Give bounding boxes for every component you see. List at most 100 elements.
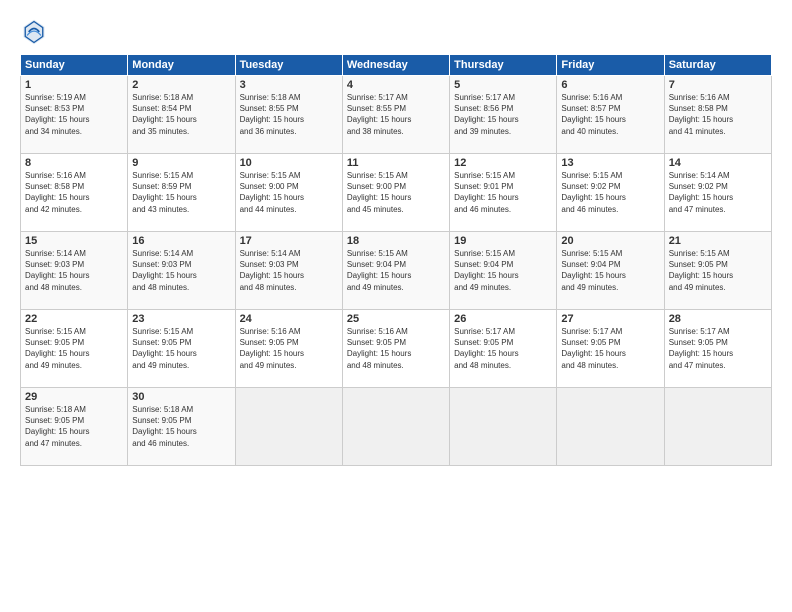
day-number: 10 — [240, 157, 338, 169]
day-number: 26 — [454, 313, 552, 325]
header-tuesday: Tuesday — [235, 55, 342, 76]
day-info: Sunrise: 5:17 AM Sunset: 9:05 PM Dayligh… — [669, 327, 733, 370]
calendar-cell: 7Sunrise: 5:16 AM Sunset: 8:58 PM Daylig… — [664, 76, 771, 154]
calendar-cell: 9 Sunrise: 5:15 AM Sunset: 8:59 PM Daylig… — [128, 154, 235, 232]
day-number: 29 — [25, 391, 123, 403]
calendar-cell: 29 Sunrise: 5:18 AM Sunset: 9:05 PM Dayli… — [21, 388, 128, 466]
calendar-cell: 3 Sunrise: 5:18 AM Sunset: 8:55 PM Daylig… — [235, 76, 342, 154]
calendar-cell: 4 Sunrise: 5:17 AM Sunset: 8:55 PM Daylig… — [342, 76, 449, 154]
day-number: 25 — [347, 313, 445, 325]
calendar-cell: 11Sunrise: 5:15 AM Sunset: 9:00 PM Dayli… — [342, 154, 449, 232]
day-info: Sunrise: 5:18 AM Sunset: 9:05 PM Dayligh… — [132, 405, 196, 448]
week-row-4: 29 Sunrise: 5:18 AM Sunset: 9:05 PM Dayli… — [21, 388, 772, 466]
day-number: 27 — [561, 313, 659, 325]
day-number: 12 — [454, 157, 552, 169]
calendar-cell: 22Sunrise: 5:15 AM Sunset: 9:05 PM Dayli… — [21, 310, 128, 388]
week-row-2: 15 Sunrise: 5:14 AM Sunset: 9:03 PM Dayli… — [21, 232, 772, 310]
calendar-cell: 5Sunrise: 5:17 AM Sunset: 8:56 PM Daylig… — [450, 76, 557, 154]
logo — [20, 18, 52, 46]
day-number: 28 — [669, 313, 767, 325]
calendar-cell — [235, 388, 342, 466]
day-number: 16 — [132, 235, 230, 247]
calendar-cell: 19 Sunrise: 5:15 AM Sunset: 9:04 PM Dayli… — [450, 232, 557, 310]
calendar-cell: 6 Sunrise: 5:16 AM Sunset: 8:57 PM Daylig… — [557, 76, 664, 154]
day-number: 15 — [25, 235, 123, 247]
day-info: Sunrise: 5:15 AM Sunset: 9:05 PM Dayligh… — [25, 327, 89, 370]
calendar-cell: 16 Sunrise: 5:14 AM Sunset: 9:03 PM Dayli… — [128, 232, 235, 310]
day-number: 3 — [240, 79, 338, 91]
day-info: Sunrise: 5:17 AM Sunset: 9:05 PM Dayligh… — [561, 327, 625, 370]
page: SundayMondayTuesdayWednesdayThursdayFrid… — [0, 0, 792, 612]
calendar-cell: 17 Sunrise: 5:14 AM Sunset: 9:03 PM Dayli… — [235, 232, 342, 310]
day-info: Sunrise: 5:17 AM Sunset: 8:55 PM Dayligh… — [347, 93, 411, 136]
day-info: Sunrise: 5:16 AM Sunset: 8:57 PM Dayligh… — [561, 93, 625, 136]
day-number: 14 — [669, 157, 767, 169]
week-row-3: 22Sunrise: 5:15 AM Sunset: 9:05 PM Dayli… — [21, 310, 772, 388]
calendar-cell: 26 Sunrise: 5:17 AM Sunset: 9:05 PM Dayli… — [450, 310, 557, 388]
day-info: Sunrise: 5:15 AM Sunset: 8:59 PM Dayligh… — [132, 171, 196, 214]
calendar-cell: 25 Sunrise: 5:16 AM Sunset: 9:05 PM Dayli… — [342, 310, 449, 388]
day-number: 18 — [347, 235, 445, 247]
day-number: 13 — [561, 157, 659, 169]
day-info: Sunrise: 5:19 AM Sunset: 8:53 PM Dayligh… — [25, 93, 89, 136]
calendar-cell: 30Sunrise: 5:18 AM Sunset: 9:05 PM Dayli… — [128, 388, 235, 466]
calendar-cell: 18 Sunrise: 5:15 AM Sunset: 9:04 PM Dayli… — [342, 232, 449, 310]
calendar-cell: 23 Sunrise: 5:15 AM Sunset: 9:05 PM Dayli… — [128, 310, 235, 388]
day-number: 6 — [561, 79, 659, 91]
calendar-cell — [342, 388, 449, 466]
day-info: Sunrise: 5:16 AM Sunset: 9:05 PM Dayligh… — [347, 327, 411, 370]
calendar-cell: 2 Sunrise: 5:18 AM Sunset: 8:54 PM Daylig… — [128, 76, 235, 154]
day-info: Sunrise: 5:17 AM Sunset: 9:05 PM Dayligh… — [454, 327, 518, 370]
calendar-cell: 8Sunrise: 5:16 AM Sunset: 8:58 PM Daylig… — [21, 154, 128, 232]
day-info: Sunrise: 5:14 AM Sunset: 9:03 PM Dayligh… — [132, 249, 196, 292]
day-info: Sunrise: 5:15 AM Sunset: 9:02 PM Dayligh… — [561, 171, 625, 214]
header-monday: Monday — [128, 55, 235, 76]
day-info: Sunrise: 5:15 AM Sunset: 9:05 PM Dayligh… — [132, 327, 196, 370]
day-info: Sunrise: 5:15 AM Sunset: 9:04 PM Dayligh… — [454, 249, 518, 292]
day-number: 9 — [132, 157, 230, 169]
logo-icon — [20, 18, 48, 46]
day-number: 19 — [454, 235, 552, 247]
header-thursday: Thursday — [450, 55, 557, 76]
calendar-cell: 13 Sunrise: 5:15 AM Sunset: 9:02 PM Dayli… — [557, 154, 664, 232]
day-info: Sunrise: 5:16 AM Sunset: 9:05 PM Dayligh… — [240, 327, 304, 370]
calendar-cell: 14 Sunrise: 5:14 AM Sunset: 9:02 PM Dayli… — [664, 154, 771, 232]
day-info: Sunrise: 5:15 AM Sunset: 9:00 PM Dayligh… — [240, 171, 304, 214]
header — [20, 18, 772, 46]
day-number: 17 — [240, 235, 338, 247]
day-info: Sunrise: 5:18 AM Sunset: 8:55 PM Dayligh… — [240, 93, 304, 136]
day-number: 2 — [132, 79, 230, 91]
day-info: Sunrise: 5:16 AM Sunset: 8:58 PM Dayligh… — [25, 171, 89, 214]
day-info: Sunrise: 5:14 AM Sunset: 9:03 PM Dayligh… — [240, 249, 304, 292]
calendar-cell: 21 Sunrise: 5:15 AM Sunset: 9:05 PM Dayli… — [664, 232, 771, 310]
header-saturday: Saturday — [664, 55, 771, 76]
header-row: SundayMondayTuesdayWednesdayThursdayFrid… — [21, 55, 772, 76]
day-info: Sunrise: 5:15 AM Sunset: 9:01 PM Dayligh… — [454, 171, 518, 214]
day-number: 21 — [669, 235, 767, 247]
day-info: Sunrise: 5:18 AM Sunset: 9:05 PM Dayligh… — [25, 405, 89, 448]
day-number: 24 — [240, 313, 338, 325]
calendar-cell: 20Sunrise: 5:15 AM Sunset: 9:04 PM Dayli… — [557, 232, 664, 310]
header-sunday: Sunday — [21, 55, 128, 76]
day-number: 4 — [347, 79, 445, 91]
day-info: Sunrise: 5:17 AM Sunset: 8:56 PM Dayligh… — [454, 93, 518, 136]
calendar-cell: 1Sunrise: 5:19 AM Sunset: 8:53 PM Daylig… — [21, 76, 128, 154]
calendar-cell — [450, 388, 557, 466]
calendar-cell: 12 Sunrise: 5:15 AM Sunset: 9:01 PM Dayli… — [450, 154, 557, 232]
day-info: Sunrise: 5:15 AM Sunset: 9:04 PM Dayligh… — [561, 249, 625, 292]
calendar-cell: 15Sunrise: 5:14 AM Sunset: 9:03 PM Dayli… — [21, 232, 128, 310]
calendar-cell — [664, 388, 771, 466]
calendar-table: SundayMondayTuesdayWednesdayThursdayFrid… — [20, 54, 772, 466]
calendar-cell: 27 Sunrise: 5:17 AM Sunset: 9:05 PM Dayli… — [557, 310, 664, 388]
day-number: 23 — [132, 313, 230, 325]
day-info: Sunrise: 5:14 AM Sunset: 9:02 PM Dayligh… — [669, 171, 733, 214]
calendar-cell: 28 Sunrise: 5:17 AM Sunset: 9:05 PM Dayli… — [664, 310, 771, 388]
calendar-cell: 10 Sunrise: 5:15 AM Sunset: 9:00 PM Dayli… — [235, 154, 342, 232]
day-info: Sunrise: 5:15 AM Sunset: 9:04 PM Dayligh… — [347, 249, 411, 292]
header-friday: Friday — [557, 55, 664, 76]
week-row-1: 8Sunrise: 5:16 AM Sunset: 8:58 PM Daylig… — [21, 154, 772, 232]
day-info: Sunrise: 5:15 AM Sunset: 9:00 PM Dayligh… — [347, 171, 411, 214]
week-row-0: 1Sunrise: 5:19 AM Sunset: 8:53 PM Daylig… — [21, 76, 772, 154]
day-info: Sunrise: 5:18 AM Sunset: 8:54 PM Dayligh… — [132, 93, 196, 136]
day-info: Sunrise: 5:15 AM Sunset: 9:05 PM Dayligh… — [669, 249, 733, 292]
